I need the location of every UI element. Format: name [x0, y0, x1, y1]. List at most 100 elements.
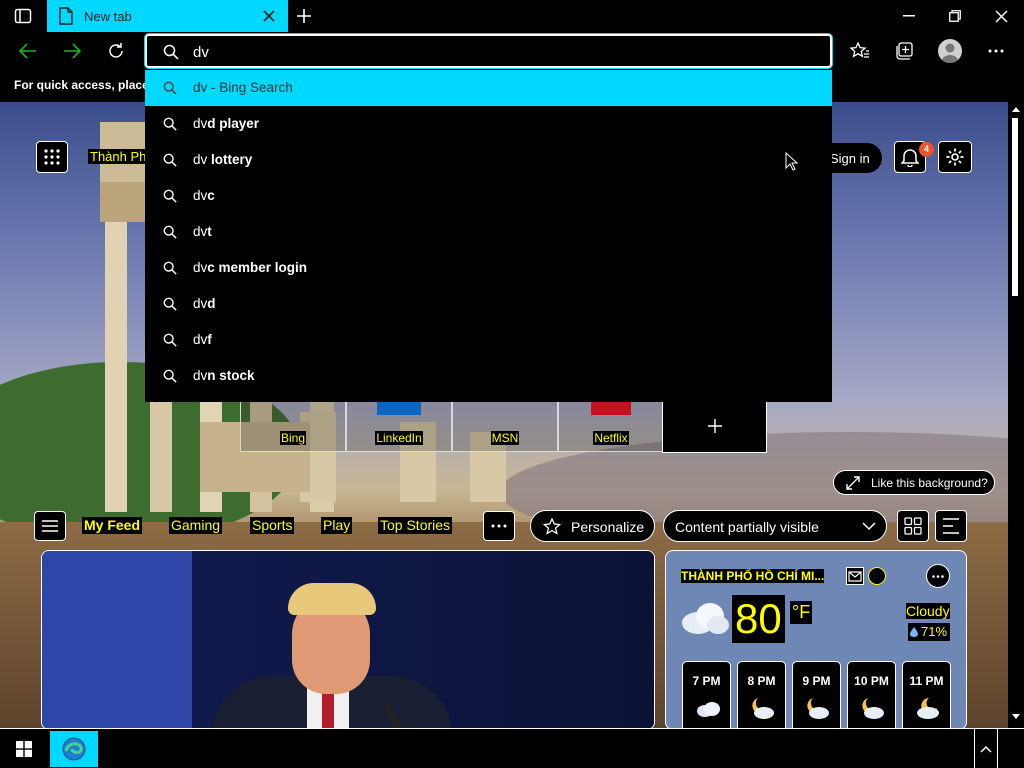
apps-launcher-button[interactable] [36, 141, 68, 173]
page-scrollbar[interactable] [1008, 102, 1024, 728]
taskbar-edge-button[interactable] [50, 731, 98, 767]
list-layout-button[interactable] [935, 510, 967, 542]
show-hidden-icons-button[interactable] [974, 729, 998, 768]
suggestion-typed-text: dv [193, 116, 208, 131]
suggestion-item[interactable]: dvf [145, 322, 832, 358]
address-input[interactable] [193, 41, 793, 63]
suggestion-typed-text: dv [193, 368, 208, 383]
weather-location[interactable]: THÀNH PHỐ HỒ CHÍ MI... [681, 569, 825, 583]
hour-label: 8 PM [747, 674, 776, 688]
suggestion-text: dvc [193, 188, 215, 203]
suggestion-text: dvn stock [193, 368, 255, 383]
suggestion-item[interactable]: dvc member login [145, 250, 832, 286]
suggestion-item[interactable]: dvn stock [145, 358, 832, 394]
hourly-forecast-item[interactable]: 11 PM [902, 661, 951, 729]
quick-link-linkedin[interactable]: LinkedIn [346, 400, 452, 452]
restore-button[interactable] [932, 0, 978, 32]
like-background-label: Like this background? [871, 476, 988, 490]
suggestion-completion-text: n stock [207, 368, 255, 383]
feed-more-button[interactable] [483, 511, 515, 541]
weather-more-button[interactable] [926, 564, 950, 588]
forward-button[interactable] [56, 35, 88, 67]
feed-tab-my-feed[interactable]: My Feed [82, 517, 143, 534]
sign-in-label: Sign in [830, 151, 870, 166]
personalize-button[interactable]: Personalize [530, 510, 655, 542]
news-card[interactable] [41, 550, 655, 730]
feed-tab-play[interactable]: Play [321, 517, 353, 534]
feed-tab-top-stories[interactable]: Top Stories [378, 517, 453, 534]
more-icon [491, 524, 507, 528]
content-visibility-select[interactable]: Content partially visible [663, 510, 887, 542]
hourly-forecast-item[interactable]: 8 PM [737, 661, 786, 729]
plus-icon [707, 418, 722, 433]
tab-new-tab[interactable]: New tab [47, 0, 288, 32]
feed-menu-button[interactable] [34, 511, 66, 541]
favorites-icon[interactable] [844, 35, 876, 67]
more-icon [932, 574, 944, 578]
suggestion-typed-text: dv [193, 80, 208, 95]
suggestion-item[interactable]: dv lottery [145, 142, 832, 178]
suggestion-typed-text: dv [193, 152, 208, 167]
suggestion-completion-text: f [207, 332, 212, 347]
search-icon [163, 44, 179, 60]
close-window-button[interactable] [978, 0, 1024, 32]
start-button[interactable] [0, 729, 48, 768]
windows-logo-icon [16, 740, 32, 757]
search-icon [163, 117, 177, 131]
like-background-button[interactable]: Like this background? [833, 470, 995, 495]
scroll-down-icon[interactable] [1012, 714, 1020, 720]
suggestion-item[interactable]: dvc [145, 178, 832, 214]
grid-layout-button[interactable] [897, 510, 929, 542]
tile-label: LinkedIn [375, 431, 423, 445]
add-shortcut-button[interactable] [662, 398, 767, 453]
weather-alert-icon[interactable] [868, 567, 886, 585]
minimize-button[interactable] [886, 0, 932, 32]
profile-avatar[interactable] [938, 39, 962, 63]
hourly-forecast-item[interactable]: 7 PM [682, 661, 731, 729]
settings-button[interactable] [938, 141, 972, 173]
tile-label: Bing [279, 431, 307, 445]
suggestion-typed-text: dv [193, 260, 208, 275]
new-tab-icon[interactable] [296, 8, 312, 24]
quick-link-bing[interactable]: Bing [240, 400, 346, 452]
more-options-icon[interactable] [980, 35, 1012, 67]
content-visibility-value: Content partially visible [675, 519, 819, 535]
suggestion-completion-text: d player [207, 116, 260, 131]
weather-card[interactable]: THÀNH PHỐ HỒ CHÍ MI... 80 °F Cloudy 71% … [665, 550, 967, 730]
hourly-forecast-item[interactable]: 10 PM [847, 661, 896, 729]
search-icon [163, 333, 177, 347]
search-icon [163, 189, 177, 203]
tile-label: MSN [490, 431, 520, 445]
close-tab-icon[interactable] [263, 10, 275, 22]
quick-link-netflix[interactable]: Netflix [558, 400, 664, 452]
collections-icon[interactable] [888, 35, 920, 67]
weather-check-icon[interactable] [846, 567, 864, 585]
feed-tab-sports[interactable]: Sports [250, 517, 295, 534]
scrollbar-thumb[interactable] [1012, 118, 1018, 296]
suggestion-completion-text: lottery [207, 152, 253, 167]
news-image-backdrop [42, 551, 192, 729]
chevron-down-icon [862, 522, 876, 531]
location-label[interactable]: Thành Ph [88, 149, 149, 164]
suggestion-text: dvd player [193, 116, 259, 131]
suggestion-item[interactable]: dvt [145, 214, 832, 250]
tab-actions-icon[interactable] [14, 8, 32, 24]
refresh-button[interactable] [100, 35, 132, 67]
quick-link-msn[interactable]: MSN [452, 400, 558, 452]
address-bar[interactable] [145, 34, 832, 68]
hourly-forecast-item[interactable]: 9 PM [792, 661, 841, 729]
suggestion-typed-text: dv [193, 224, 208, 239]
suggestion-item[interactable]: dv - Bing Search [145, 70, 832, 106]
suggestion-typed-text: dv [193, 296, 208, 311]
search-icon [163, 261, 177, 275]
mouse-cursor-icon [785, 152, 799, 172]
back-button[interactable] [12, 35, 44, 67]
raindrop-icon [910, 627, 918, 637]
scroll-up-icon[interactable] [1012, 106, 1020, 112]
sparkle-star-icon [543, 518, 561, 535]
feed-tab-gaming[interactable]: Gaming [169, 517, 223, 534]
suggestion-completion-text: t [207, 224, 212, 239]
suggestion-item[interactable]: dvd player [145, 106, 832, 142]
weather-unit-toggle[interactable]: °F [790, 601, 813, 624]
suggestion-item[interactable]: dvd [145, 286, 832, 322]
